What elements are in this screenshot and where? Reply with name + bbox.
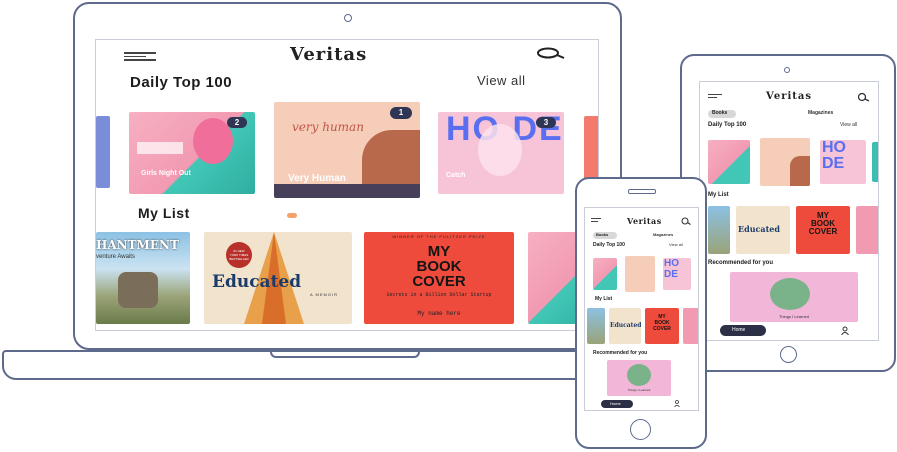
app-logo: Veritas [627, 216, 662, 226]
cover-script: very human [292, 120, 364, 134]
book-cover-partial[interactable] [683, 308, 698, 344]
book-cover[interactable]: HANTMENT venture Awaits [96, 232, 190, 324]
book-cover[interactable]: HO DE [820, 140, 866, 184]
laptop-camera [344, 14, 352, 22]
cover-title-line: COVER [412, 273, 466, 290]
profile-icon[interactable] [674, 400, 680, 407]
book-title: Catch [446, 172, 466, 179]
cover-title-line: COVER [653, 326, 671, 332]
book-cover[interactable]: Educated [736, 206, 790, 254]
book-cover[interactable] [760, 138, 810, 186]
cover-tagline: Secrets in a Billion Dollar Startup [386, 292, 492, 298]
cover-art-text: HO DE [664, 258, 679, 280]
cover-note: WINNER OF THE PULITZER PRIZE [392, 234, 486, 239]
section-recommended: Recommended for you [593, 350, 648, 356]
book-title: Educated [738, 224, 780, 234]
section-my-list: My List [138, 205, 190, 221]
nav-home-label: Home [732, 327, 746, 333]
section-daily-top: Daily Top 100 [708, 122, 747, 128]
search-icon[interactable] [534, 46, 566, 60]
menu-icon[interactable] [708, 94, 722, 100]
recommended-card[interactable]: Things I Learned [607, 360, 671, 396]
tab-books-label: Books [596, 232, 609, 237]
book-cover-featured[interactable]: very human 1 Very Human [274, 102, 420, 198]
section-my-list: My List [708, 192, 729, 198]
rec-title: Things I Learned [778, 314, 810, 319]
section-daily-top: Daily Top 100 [593, 242, 625, 248]
scroll-indicator [287, 213, 297, 218]
book-title: Educated [212, 272, 302, 292]
menu-icon[interactable] [591, 218, 601, 224]
rank-badge: 3 [536, 117, 556, 128]
tablet-home-button[interactable] [780, 346, 797, 363]
book-cover-partial[interactable] [872, 142, 878, 182]
tab-magazines[interactable]: Magazines [808, 110, 833, 116]
book-title: Girls Night Out [141, 170, 191, 177]
cover-title-line: COVER [808, 227, 838, 236]
book-cover[interactable]: HO DE 3 Catch [438, 112, 564, 194]
cover-art-text: HO DE [822, 140, 846, 172]
phone-speaker [628, 189, 656, 194]
cover-title-line: MY [427, 243, 451, 260]
book-cover-partial[interactable] [856, 206, 878, 254]
book-cover-partial[interactable] [96, 116, 110, 188]
book-cover[interactable]: HO DE [663, 258, 691, 290]
rank-badge: 2 [227, 117, 247, 128]
section-recommended: Recommended for you [708, 260, 774, 266]
view-all-link[interactable]: View all [840, 122, 857, 128]
book-kicker: A MEMOIR [310, 292, 339, 297]
rank-badge: 1 [390, 107, 412, 119]
cover-title-line: BOOK [416, 258, 462, 275]
book-cover[interactable]: #1 NEW YORK TIMES BESTSELLER Educated A … [204, 232, 352, 324]
rec-title: Things I Learned [627, 388, 651, 392]
tab-magazines[interactable]: Magazines [653, 232, 673, 237]
book-cover[interactable]: MY BOOK COVER [796, 206, 850, 254]
profile-icon[interactable] [841, 326, 849, 335]
book-title: HANTMENT [96, 238, 179, 252]
tablet-screen: Veritas Books Magazines Daily Top 100 Vi… [699, 81, 879, 341]
cover-author: My name here [417, 310, 461, 317]
search-icon[interactable] [856, 92, 870, 102]
app-logo: Veritas [766, 91, 812, 102]
book-cover[interactable] [708, 140, 750, 184]
phone-screen: Veritas Books Magazines Daily Top 100 Vi… [584, 207, 699, 411]
section-my-list: My List [595, 296, 613, 302]
laptop-screen: Veritas Daily Top 100 View all 2 Girls N… [95, 39, 599, 331]
book-subtitle: venture Awaits [96, 254, 135, 260]
section-daily-top: Daily Top 100 [130, 74, 233, 91]
book-cover[interactable] [625, 256, 655, 292]
book-cover[interactable]: 2 Girls Night Out [129, 112, 255, 194]
view-all-link[interactable]: View all [477, 73, 526, 88]
book-cover[interactable] [593, 258, 617, 290]
book-cover[interactable]: MY BOOK COVER [645, 308, 679, 344]
menu-icon[interactable] [124, 52, 156, 63]
laptop-trackpad-notch [270, 350, 420, 358]
book-title: Educated [610, 322, 641, 329]
book-cover[interactable]: Educated [609, 308, 641, 344]
view-all-link[interactable]: View all [669, 242, 683, 247]
tablet-camera [784, 67, 790, 73]
search-icon[interactable] [681, 217, 691, 225]
nav-home-label: Home [610, 401, 621, 406]
app-logo: Veritas [290, 44, 368, 65]
book-title: Very Human [288, 173, 346, 184]
book-cover[interactable] [587, 308, 605, 344]
book-cover[interactable] [708, 206, 730, 254]
book-cover[interactable]: WINNER OF THE PULITZER PRIZE MY BOOK COV… [364, 232, 514, 324]
phone-home-button[interactable] [630, 419, 651, 440]
tab-books-label: Books [712, 110, 728, 116]
recommended-card[interactable]: Things I Learned [730, 272, 858, 322]
